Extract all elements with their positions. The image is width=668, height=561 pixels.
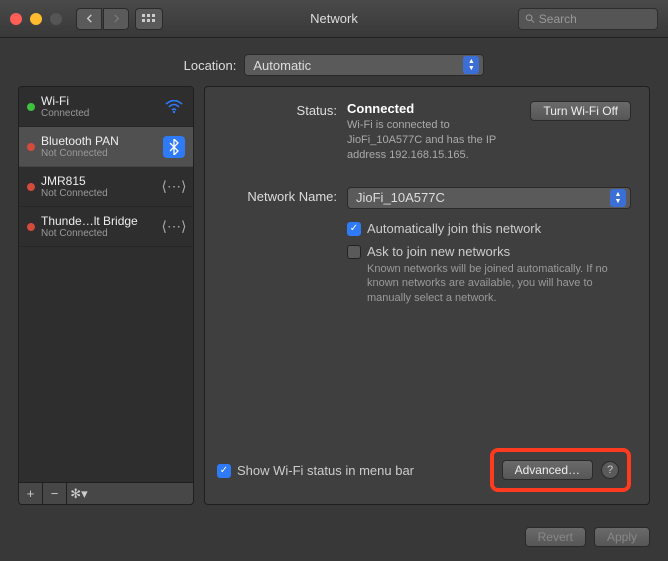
status-label: Status:: [217, 101, 347, 118]
service-item-thunderbolt-bridge[interactable]: Thunde…lt Bridge Not Connected ⟨⋯⟩: [19, 207, 193, 247]
show-menubar-checkbox[interactable]: ✓: [217, 464, 231, 478]
bluetooth-icon: [163, 136, 185, 158]
advanced-button[interactable]: Advanced…: [502, 460, 593, 480]
location-value: Automatic: [253, 58, 311, 73]
service-item-wifi[interactable]: Wi-Fi Connected: [19, 87, 193, 127]
status-description: Wi-Fi is connected to JioFi_10A577C and …: [347, 118, 518, 163]
service-status: Not Connected: [41, 148, 157, 159]
ask-join-checkbox[interactable]: [347, 245, 361, 259]
service-actions-menu[interactable]: ✻▾: [67, 483, 91, 504]
ethernet-icon: ⟨⋯⟩: [163, 176, 185, 198]
help-button[interactable]: ?: [601, 461, 619, 479]
status-dot-icon: [27, 143, 35, 151]
forward-button: [103, 8, 129, 30]
services-list[interactable]: Wi-Fi Connected Bluetooth PAN Not Connec…: [18, 86, 194, 483]
network-name-label: Network Name:: [217, 187, 347, 204]
footer: Revert Apply: [0, 517, 668, 561]
service-item-jmr815[interactable]: JMR815 Not Connected ⟨⋯⟩: [19, 167, 193, 207]
revert-button: Revert: [525, 527, 586, 547]
status-dot-icon: [27, 223, 35, 231]
service-name: Thunde…lt Bridge: [41, 214, 157, 228]
select-arrows-icon: ▲▼: [463, 56, 479, 74]
location-label: Location:: [184, 58, 237, 73]
network-name-value: JioFi_10A577C: [356, 190, 445, 205]
wifi-icon: [163, 96, 185, 118]
status-value: Connected: [347, 101, 518, 116]
turn-wifi-off-button[interactable]: Turn Wi-Fi Off: [530, 101, 631, 121]
search-icon: [525, 13, 535, 24]
service-item-bluetooth-pan[interactable]: Bluetooth PAN Not Connected: [19, 127, 193, 167]
ethernet-icon: ⟨⋯⟩: [163, 216, 185, 238]
service-name: JMR815: [41, 174, 157, 188]
auto-join-checkbox[interactable]: ✓: [347, 222, 361, 236]
network-name-select[interactable]: JioFi_10A577C ▲▼: [347, 187, 631, 209]
show-all-button[interactable]: [135, 8, 163, 30]
back-button[interactable]: [76, 8, 102, 30]
show-menubar-label: Show Wi-Fi status in menu bar: [237, 463, 414, 478]
location-row: Location: Automatic ▲▼: [0, 38, 668, 86]
status-dot-icon: [27, 103, 35, 111]
sidebar-action-bar: + − ✻▾: [18, 483, 194, 505]
service-status: Connected: [41, 108, 157, 119]
zoom-window-button: [50, 13, 62, 25]
add-service-button[interactable]: +: [19, 483, 43, 504]
traffic-lights: [10, 13, 62, 25]
ask-join-hint: Known networks will be joined automatica…: [367, 262, 631, 307]
service-name: Wi-Fi: [41, 94, 157, 108]
detail-panel: Status: Connected Wi-Fi is connected to …: [204, 86, 650, 505]
window-title: Network: [310, 11, 358, 26]
location-select[interactable]: Automatic ▲▼: [244, 54, 484, 76]
status-dot-icon: [27, 183, 35, 191]
search-field[interactable]: [518, 8, 658, 30]
close-window-button[interactable]: [10, 13, 22, 25]
select-arrows-icon: ▲▼: [610, 189, 626, 207]
auto-join-label: Automatically join this network: [367, 221, 541, 236]
apply-button: Apply: [594, 527, 650, 547]
minimize-window-button[interactable]: [30, 13, 42, 25]
nav-buttons: [76, 8, 129, 30]
advanced-highlight: Advanced… ?: [490, 448, 631, 492]
remove-service-button[interactable]: −: [43, 483, 67, 504]
service-status: Not Connected: [41, 188, 157, 199]
service-status: Not Connected: [41, 228, 157, 239]
service-name: Bluetooth PAN: [41, 134, 157, 148]
ask-join-label: Ask to join new networks: [367, 244, 510, 259]
search-input[interactable]: [539, 12, 651, 26]
titlebar: Network: [0, 0, 668, 38]
services-sidebar: Wi-Fi Connected Bluetooth PAN Not Connec…: [18, 86, 194, 505]
